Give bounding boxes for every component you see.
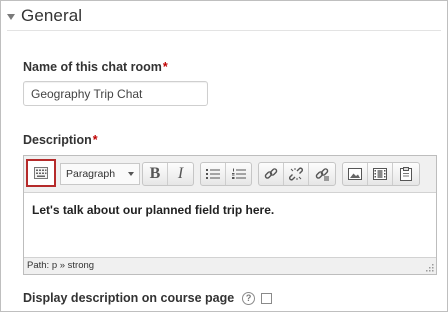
- link-icon: [264, 168, 278, 179]
- unlink-button[interactable]: [284, 163, 309, 185]
- ordered-list-button[interactable]: [226, 163, 251, 185]
- editor-statusbar: Path: p » strong: [24, 257, 436, 274]
- section-divider: [7, 30, 441, 31]
- bold-icon: B: [149, 165, 161, 182]
- unlink-icon: [289, 167, 303, 181]
- ordered-list-icon: [231, 168, 246, 179]
- list-group: [200, 162, 252, 186]
- chevron-down-icon: [128, 172, 134, 176]
- unordered-list-button[interactable]: [201, 163, 226, 185]
- link-button[interactable]: [259, 163, 284, 185]
- section-title: General: [21, 6, 83, 25]
- unordered-list-icon: [206, 169, 220, 179]
- media-group: [342, 162, 420, 186]
- required-mark: *: [162, 60, 168, 74]
- text-style-group: B I: [142, 162, 194, 186]
- editor-content-text: Let's talk about our planned field trip …: [32, 203, 275, 217]
- resize-handle-icon[interactable]: [425, 263, 434, 272]
- paste-icon: [399, 167, 412, 181]
- editor-content[interactable]: Let's talk about our planned field trip …: [24, 193, 436, 257]
- display-description-label: Display description on course page: [23, 291, 235, 305]
- name-label-text: Name of this chat room: [23, 60, 162, 74]
- anchor-icon: [315, 168, 329, 181]
- description-label-text: Description: [23, 133, 92, 147]
- kitchen-sink-button[interactable]: [26, 159, 56, 187]
- media-icon: [373, 168, 387, 180]
- bold-button[interactable]: B: [143, 163, 168, 185]
- italic-icon: I: [177, 165, 184, 182]
- italic-button[interactable]: I: [168, 163, 193, 185]
- section-header-general[interactable]: General: [7, 3, 82, 29]
- display-description-checkbox[interactable]: [261, 292, 273, 304]
- form-panel: General Name of this chat room* Descript…: [0, 0, 448, 312]
- link-group: [258, 162, 336, 186]
- image-icon: [348, 168, 362, 180]
- name-label: Name of this chat room*: [23, 60, 168, 74]
- help-icon[interactable]: ?: [242, 291, 256, 305]
- editor-toolbar: Paragraph B I: [24, 156, 436, 193]
- kitchen-sink-icon: [34, 167, 48, 179]
- format-select[interactable]: Paragraph: [60, 163, 140, 185]
- element-path: Path: p » strong: [27, 260, 95, 271]
- display-description-row: Display description on course page ?: [23, 291, 273, 305]
- description-label: Description*: [23, 133, 98, 147]
- anchor-button[interactable]: [309, 163, 334, 185]
- required-mark: *: [92, 133, 98, 147]
- image-button[interactable]: [343, 163, 368, 185]
- description-editor: Paragraph B I Let's talk about our plann…: [23, 155, 437, 275]
- paste-button[interactable]: [393, 163, 418, 185]
- collapse-caret-icon[interactable]: [7, 14, 15, 20]
- media-button[interactable]: [368, 163, 393, 185]
- format-select-value: Paragraph: [66, 168, 116, 180]
- chat-name-input[interactable]: [23, 81, 208, 106]
